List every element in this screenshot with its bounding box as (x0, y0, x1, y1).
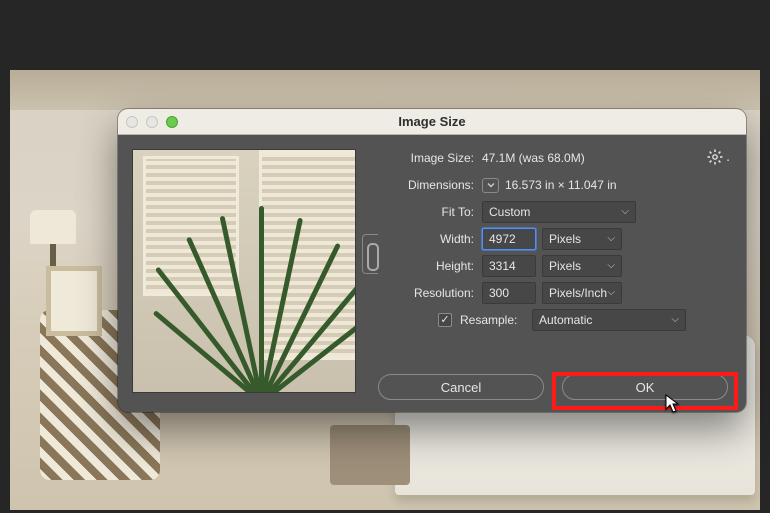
image-preview[interactable] (132, 149, 356, 393)
resolution-unit-select[interactable]: Pixels/Inch ⌵ (542, 282, 622, 304)
width-unit-select[interactable]: Pixels ⌵ (542, 228, 622, 250)
dimensions-label: Dimensions: (364, 178, 482, 192)
fit-to-value: Custom (489, 205, 530, 219)
chevron-down-icon: ⌵ (607, 260, 615, 271)
image-preview-pane (118, 135, 356, 412)
gear-icon[interactable]: . (707, 149, 730, 168)
resample-label[interactable]: Resample: (458, 313, 532, 327)
height-label: Height: (388, 259, 482, 273)
resolution-label: Resolution: (364, 286, 482, 300)
width-input[interactable] (482, 228, 536, 250)
chevron-down-icon: ⌵ (607, 233, 615, 244)
chevron-down-icon: ⌵ (671, 314, 679, 325)
width-unit-value: Pixels (549, 232, 581, 246)
cancel-button[interactable]: Cancel (378, 374, 544, 400)
resolution-input[interactable] (482, 282, 536, 304)
window-minimize-button[interactable] (146, 116, 158, 128)
resolution-unit-value: Pixels/Inch (549, 286, 607, 300)
dialog-title: Image Size (398, 114, 465, 129)
fit-to-label: Fit To: (364, 205, 482, 219)
height-unit-value: Pixels (549, 259, 581, 273)
image-size-value: 47.1M (was 68.0M) (482, 151, 585, 165)
width-label: Width: (388, 232, 482, 246)
image-size-dialog: Image Size (118, 109, 746, 412)
chevron-down-icon: ⌵ (607, 287, 615, 298)
window-zoom-button[interactable] (166, 116, 178, 128)
fit-to-select[interactable]: Custom ⌵ (482, 201, 636, 223)
height-input[interactable] (482, 255, 536, 277)
resample-method-select[interactable]: Automatic ⌵ (532, 309, 686, 331)
dialog-titlebar[interactable]: Image Size (118, 109, 746, 135)
height-unit-select[interactable]: Pixels ⌵ (542, 255, 622, 277)
window-close-button[interactable] (126, 116, 138, 128)
chevron-down-icon: ⌵ (621, 206, 629, 217)
ok-button[interactable]: OK (562, 374, 728, 400)
dimensions-disclosure[interactable] (482, 178, 499, 193)
image-size-label: Image Size: (364, 151, 482, 165)
dimensions-value: 16.573 in × 11.047 in (505, 178, 617, 192)
resample-method-value: Automatic (539, 313, 592, 327)
resample-checkbox[interactable] (438, 313, 452, 327)
constrain-proportions-icon[interactable] (362, 234, 378, 274)
